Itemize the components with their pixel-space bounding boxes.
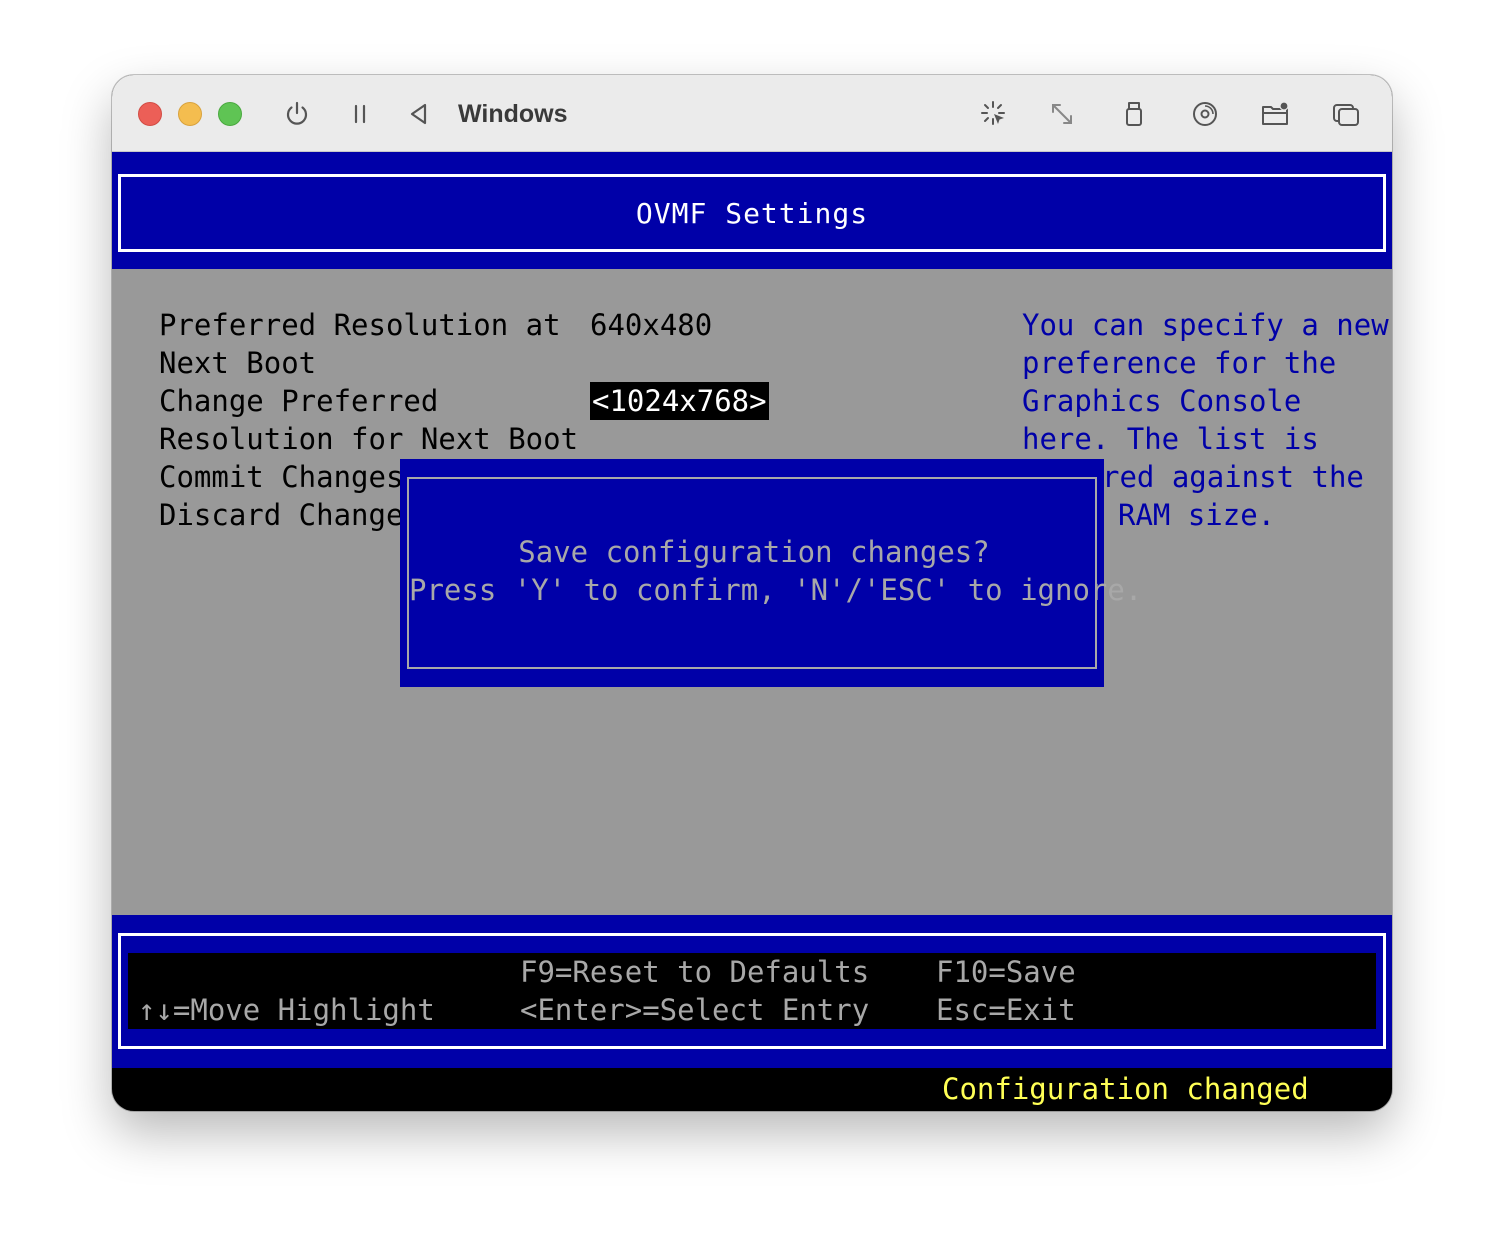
confirm-dialog: Save configuration changes? Press 'Y' to… — [400, 459, 1143, 687]
bios-header-frame: OVMF Settings — [118, 174, 1386, 252]
help-text-line: RAM size. — [1118, 498, 1276, 532]
help-text-line: here. The list is — [1022, 422, 1319, 456]
usb-icon[interactable] — [1117, 97, 1151, 131]
confirm-dialog-frame: Save configuration changes? Press 'Y' to… — [407, 477, 1143, 669]
key-help-footer: ↑↓=Move Highlight F9=Reset to Defaults <… — [112, 915, 1392, 1068]
help-text-line: preference for the — [1022, 346, 1337, 380]
status-message: Configuration changed — [942, 1072, 1309, 1106]
reset-defaults-hint: F9=Reset to Defaults — [520, 955, 870, 989]
resolution-label-2: Next Boot — [159, 346, 317, 380]
help-text-line: Graphics Console — [1022, 384, 1302, 418]
magic-cursor-icon[interactable] — [977, 97, 1011, 131]
shared-folder-icon[interactable] — [1258, 97, 1292, 131]
vm-name: Windows — [458, 100, 568, 128]
minimize-button[interactable] — [178, 102, 202, 126]
vm-screen[interactable]: OVMF Settings Preferred Resolution at Ne… — [112, 152, 1392, 1111]
change-resolution-select[interactable]: <1024x768> — [590, 382, 769, 420]
close-button[interactable] — [138, 102, 162, 126]
pause-icon[interactable] — [343, 97, 377, 131]
move-highlight-hint: ↑↓=Move Highlight — [138, 993, 435, 1027]
back-icon[interactable] — [402, 97, 436, 131]
change-resolution-label[interactable]: Change Preferred — [159, 382, 438, 420]
page-title: OVMF Settings — [635, 196, 869, 230]
help-text-line: red against the — [1102, 460, 1364, 494]
vm-window: Windows OVMF Settings Preferred Resoluti… — [112, 75, 1392, 1111]
bios-header: OVMF Settings — [112, 152, 1392, 269]
zoom-button[interactable] — [218, 102, 242, 126]
discard-changes-item[interactable]: Discard Changes — [159, 496, 421, 534]
resize-icon[interactable] — [1045, 97, 1079, 131]
save-hint: F10=Save — [936, 955, 1076, 989]
help-text-line: You can specify a new — [1022, 308, 1389, 342]
disc-icon[interactable] — [1188, 97, 1222, 131]
windows-overlay-icon[interactable] — [1329, 97, 1363, 131]
resolution-label: Preferred Resolution at — [159, 308, 561, 342]
select-entry-hint: <Enter>=Select Entry — [520, 993, 870, 1027]
dialog-question: Save configuration changes? — [518, 535, 990, 569]
title-bar: Windows — [112, 75, 1392, 152]
commit-changes-item[interactable]: Commit Changes — [159, 458, 403, 496]
key-help-panel: ↑↓=Move Highlight F9=Reset to Defaults <… — [128, 953, 1376, 1029]
key-help-frame: ↑↓=Move Highlight F9=Reset to Defaults <… — [118, 933, 1386, 1049]
change-resolution-label-2[interactable]: Resolution for Next Boot — [159, 420, 578, 458]
dialog-instructions: Press 'Y' to confirm, 'N'/'ESC' to ignor… — [409, 573, 1143, 607]
resolution-value: 640x480 — [590, 308, 713, 342]
exit-hint: Esc=Exit — [936, 993, 1076, 1027]
power-icon[interactable] — [280, 97, 314, 131]
status-bar: Configuration changed — [112, 1068, 1392, 1111]
